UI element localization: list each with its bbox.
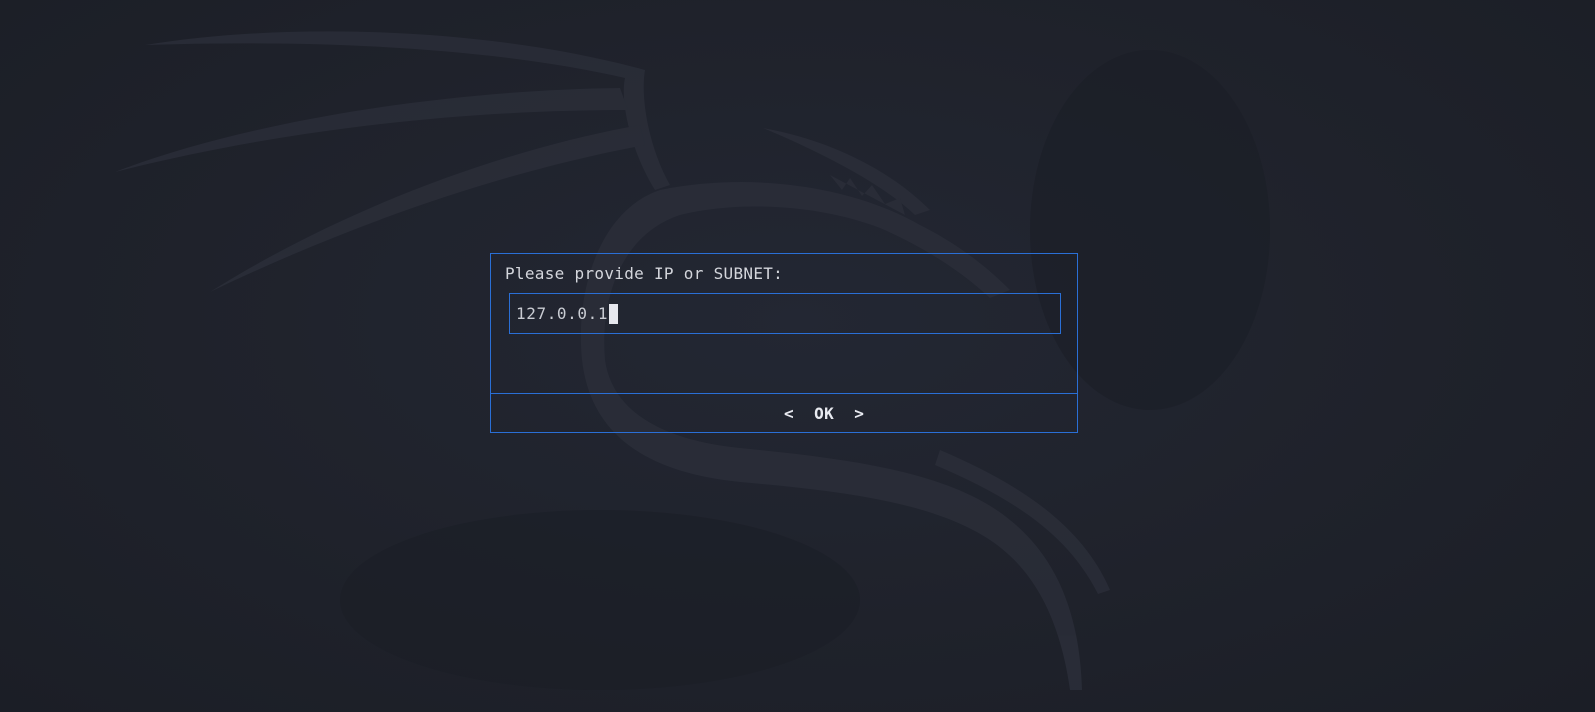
dialog-body: Please provide IP or SUBNET: 127.0.0.1 <box>491 254 1077 394</box>
ok-right-bracket: > <box>854 403 865 423</box>
text-cursor <box>609 303 619 324</box>
ok-label: OK <box>814 403 835 423</box>
ok-button[interactable]: < OK > <box>704 385 865 442</box>
ip-subnet-input[interactable]: 127.0.0.1 <box>509 293 1061 334</box>
dialog-footer: < OK > <box>491 394 1077 432</box>
ok-left-bracket: < <box>783 403 795 423</box>
ip-input-value: 127.0.0.1 <box>516 304 609 323</box>
prompt-label: Please provide IP or SUBNET: <box>505 264 784 283</box>
ip-input-dialog: Please provide IP or SUBNET: 127.0.0.1 <… <box>490 253 1078 433</box>
desktop-background: Please provide IP or SUBNET: 127.0.0.1 <… <box>0 0 1595 712</box>
